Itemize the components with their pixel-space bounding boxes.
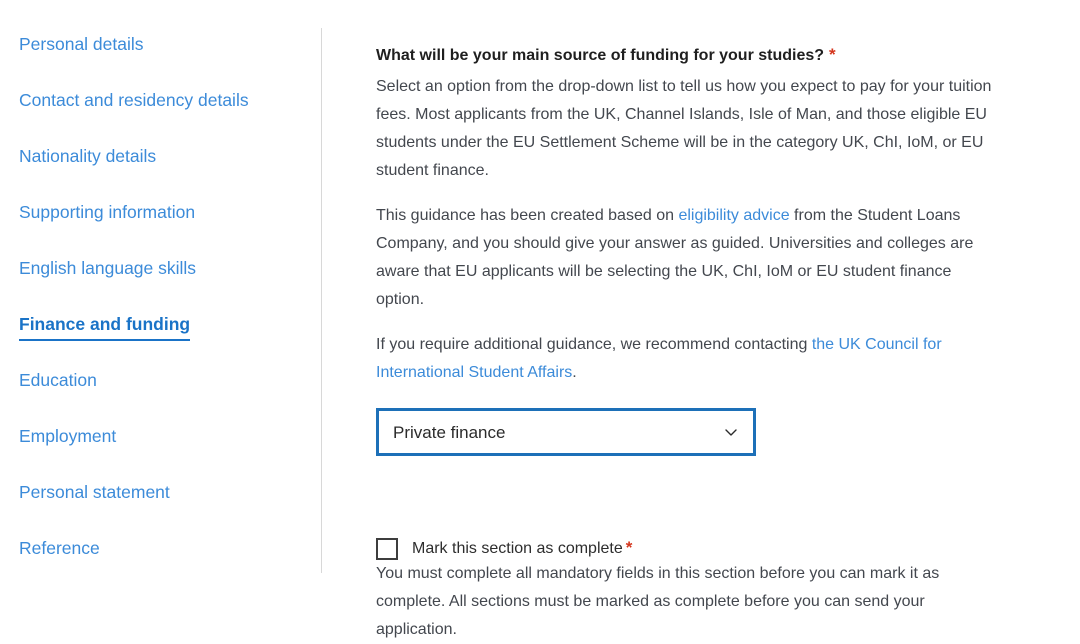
section-navigation-sidebar: Personal details Contact and residency d… — [0, 0, 322, 619]
main-content: What will be your main source of funding… — [322, 0, 1080, 638]
required-asterisk-complete: * — [625, 538, 633, 557]
sidebar-divider — [321, 28, 322, 573]
sidebar-item-finance-and-funding[interactable]: Finance and funding — [19, 313, 191, 341]
guidance-paragraph-2: This guidance has been created based on … — [376, 202, 992, 314]
paragraph-3-before-link: If you require additional guidance, we r… — [376, 336, 812, 353]
eligibility-advice-link[interactable]: eligibility advice — [678, 207, 789, 224]
question-heading-text: What will be your main source of funding… — [376, 47, 825, 64]
sidebar-item-reference[interactable]: Reference — [19, 537, 100, 559]
mark-section-complete-label-text: Mark this section as complete — [412, 540, 623, 557]
sidebar-item-english-language-skills[interactable]: English language skills — [19, 257, 196, 279]
funding-source-selected-value: Private finance — [393, 422, 506, 442]
guidance-paragraph-3: If you require additional guidance, we r… — [376, 331, 992, 387]
mark-complete-row: Mark this section as complete * — [376, 537, 1010, 560]
sidebar-item-employment[interactable]: Employment — [19, 425, 116, 447]
guidance-paragraph-1: Select an option from the drop-down list… — [376, 78, 992, 179]
chevron-down-icon — [724, 425, 738, 439]
mark-section-complete-checkbox[interactable] — [376, 537, 398, 560]
mark-section-complete-label[interactable]: Mark this section as complete * — [412, 537, 632, 560]
paragraph-2-before-link: This guidance has been created based on — [376, 207, 679, 224]
sidebar-item-education[interactable]: Education — [19, 369, 97, 391]
sidebar-item-personal-details[interactable]: Personal details — [19, 33, 144, 55]
sidebar-item-nationality-details[interactable]: Nationality details — [19, 145, 156, 167]
sidebar-item-contact-and-residency-details[interactable]: Contact and residency details — [19, 89, 249, 111]
sidebar-item-supporting-information[interactable]: Supporting information — [19, 201, 195, 223]
required-asterisk: * — [829, 45, 836, 64]
page-root: Personal details Contact and residency d… — [0, 0, 1080, 638]
funding-source-select[interactable]: Private finance — [376, 408, 756, 456]
completion-note: You must complete all mandatory fields i… — [376, 565, 940, 638]
question-heading: What will be your main source of funding… — [376, 44, 1010, 67]
paragraph-3-after-link: . — [572, 364, 577, 381]
sidebar-item-personal-statement[interactable]: Personal statement — [19, 481, 170, 503]
